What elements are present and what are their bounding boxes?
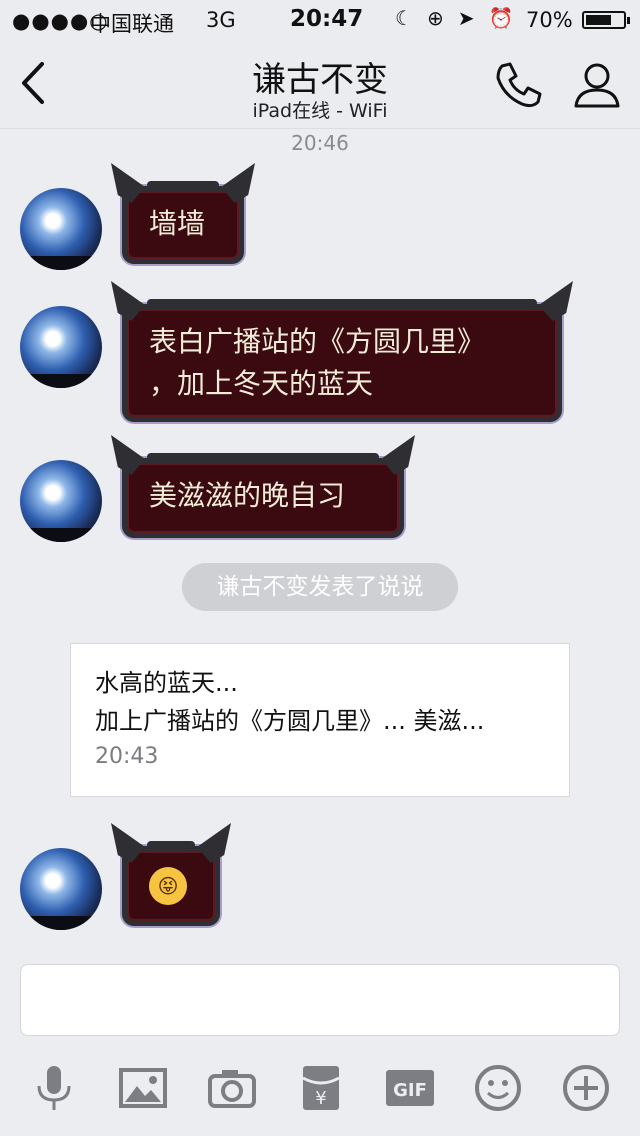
- avatar[interactable]: [20, 848, 102, 930]
- bat-wing-right: [197, 823, 231, 863]
- bat-wing-left: [111, 163, 145, 203]
- shared-post-card[interactable]: 水高的蓝天... 加上广播站的《方圆几里》... 美滋... 20:43: [70, 643, 570, 797]
- status-icons: ☾ ⊕ ➤ ⏰: [395, 6, 513, 30]
- status-bar: ●●●●○ 中国联通 3G 20:47 ☾ ⊕ ➤ ⏰ 70%: [0, 0, 640, 40]
- image-icon[interactable]: [117, 1062, 169, 1114]
- bat-wing-right: [381, 435, 415, 475]
- tongue-out-emoji-icon: 😝: [149, 867, 187, 905]
- message-bubble[interactable]: 墙墙: [111, 163, 255, 264]
- message-text: 美滋滋的晚自习: [149, 479, 346, 512]
- avatar[interactable]: [20, 188, 102, 270]
- message-bubble[interactable]: 表白广播站的《方圆几里》 ，加上冬天的蓝天: [111, 281, 573, 422]
- microphone-icon[interactable]: [28, 1062, 80, 1114]
- post-line-1: 水高的蓝天...: [95, 669, 238, 697]
- chat-subtitle: iPad在线 - WiFi: [252, 100, 388, 122]
- message-bubble[interactable]: 美滋滋的晚自习: [111, 435, 415, 538]
- red-packet-label: ¥: [315, 1088, 326, 1109]
- message-text-line: 表白广播站的《方圆几里》: [149, 325, 486, 358]
- message-timestamp: 20:46: [291, 131, 349, 155]
- moon-icon: ☾: [395, 6, 413, 30]
- gif-label: GIF: [393, 1080, 427, 1101]
- avatar[interactable]: [20, 306, 102, 388]
- bat-wing-left: [111, 823, 145, 863]
- battery-fill: [586, 15, 611, 25]
- status-time: 20:47: [290, 6, 364, 32]
- emoji-icon[interactable]: [472, 1062, 524, 1114]
- message-text: 墙墙: [149, 207, 206, 240]
- rotation-lock-icon: ⊕: [426, 6, 444, 30]
- system-notice[interactable]: 谦古不变发表了说说: [182, 563, 458, 611]
- bat-wing-left: [111, 281, 145, 321]
- battery-percent: 70%: [526, 8, 573, 32]
- plus-icon[interactable]: [560, 1062, 612, 1114]
- chat-title: 谦古不变: [252, 60, 388, 100]
- user-profile-icon[interactable]: [572, 60, 622, 110]
- network-type: 3G: [206, 8, 236, 32]
- message-input[interactable]: [20, 964, 620, 1036]
- phone-icon[interactable]: [492, 60, 544, 110]
- carrier-name: 中国联通: [90, 12, 174, 36]
- avatar[interactable]: [20, 460, 102, 542]
- post-time: 20:43: [95, 744, 159, 769]
- nav-bar: 谦古不变 iPad在线 - WiFi: [0, 40, 640, 129]
- post-line-2: 加上广播站的《方圆几里》... 美滋...: [95, 707, 485, 735]
- bat-wing-right: [221, 163, 255, 203]
- battery-icon: [582, 11, 630, 29]
- red-packet-icon[interactable]: ¥: [295, 1062, 347, 1114]
- camera-icon[interactable]: [206, 1062, 258, 1114]
- bat-wing-left: [111, 435, 145, 475]
- message-text-line: ，加上冬天的蓝天: [149, 367, 374, 400]
- gif-icon[interactable]: GIF: [384, 1062, 436, 1114]
- location-arrow-icon: ➤: [457, 6, 475, 30]
- bat-wing-right: [539, 281, 573, 321]
- input-toolbar: ¥ GIF: [0, 1052, 640, 1122]
- alarm-icon: ⏰: [488, 6, 514, 30]
